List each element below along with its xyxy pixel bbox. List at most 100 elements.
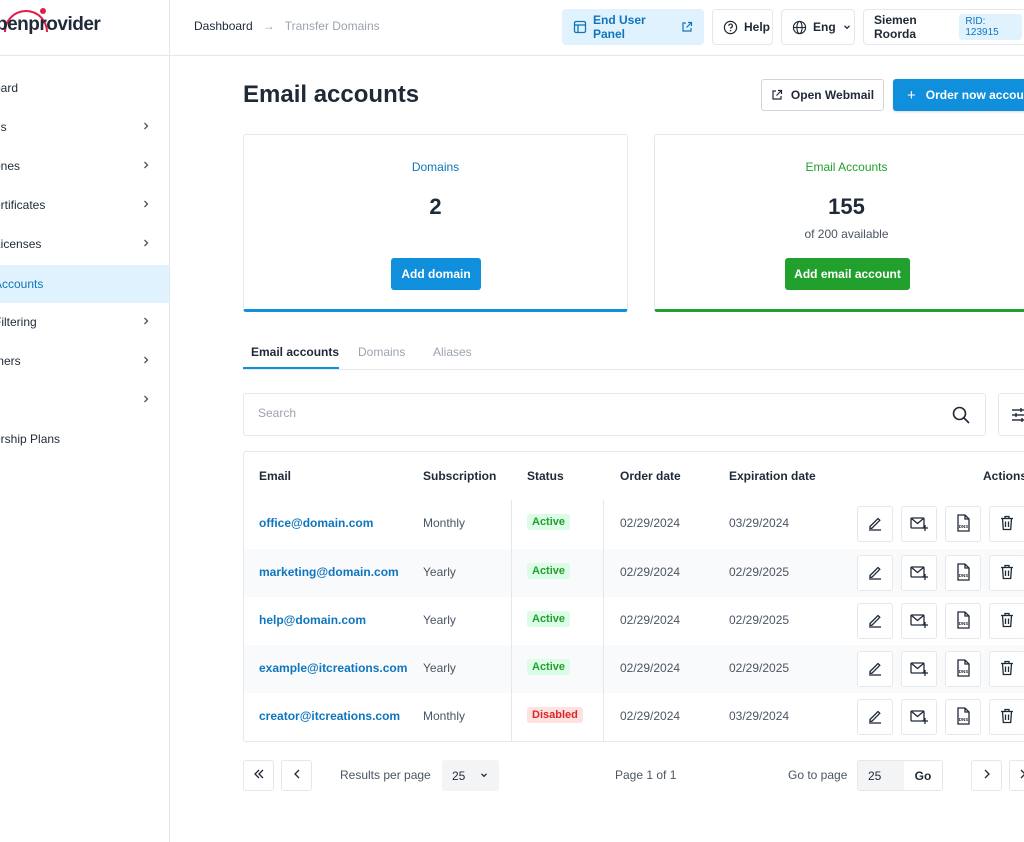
- breadcrumb-transfer-domains[interactable]: Transfer Domains: [285, 19, 380, 33]
- delete-button[interactable]: [989, 506, 1024, 542]
- tab-aliases[interactable]: Aliases: [433, 345, 472, 359]
- next-page-button[interactable]: [971, 760, 1002, 791]
- chevrons-left-icon: [252, 768, 266, 783]
- go-to-page-input[interactable]: 25: [858, 761, 904, 790]
- sliders-icon: [1010, 406, 1024, 424]
- column-header-order-date[interactable]: Order date: [620, 469, 681, 483]
- results-per-page-select[interactable]: 25: [442, 760, 499, 791]
- email-link[interactable]: marketing@domain.com: [259, 565, 399, 579]
- email-link[interactable]: office@domain.com: [259, 516, 373, 530]
- sidebar-item-email-accounts[interactable]: Accounts: [0, 265, 169, 303]
- add-domain-button[interactable]: Add domain: [391, 258, 481, 290]
- external-link-icon: [771, 89, 783, 101]
- add-alias-button[interactable]: [901, 506, 937, 542]
- top-bar: penprovider Dashboard → Transfer Domains…: [0, 0, 1024, 56]
- tab-email-accounts[interactable]: Email accounts: [251, 345, 339, 359]
- add-alias-button[interactable]: [901, 555, 937, 591]
- email-accounts-count: 155: [828, 194, 865, 219]
- dns-file-icon: DNS: [954, 610, 972, 633]
- sidebar-item-label: Accounts: [0, 277, 44, 291]
- add-email-account-button[interactable]: Add email account: [785, 258, 910, 290]
- search-input[interactable]: [258, 406, 858, 420]
- help-circle-icon: [723, 20, 738, 35]
- chevron-left-icon: [292, 768, 302, 783]
- logo[interactable]: penprovider: [0, 14, 101, 36]
- edit-button[interactable]: [857, 651, 893, 687]
- edit-button[interactable]: [857, 603, 893, 639]
- edit-icon: [866, 707, 884, 728]
- order-date-cell: 02/29/2024: [620, 565, 681, 579]
- add-alias-button[interactable]: [901, 651, 937, 687]
- chevron-right-icon: [141, 393, 151, 407]
- sidebar-item-membership-plans[interactable]: ership Plans: [0, 420, 169, 458]
- edit-icon: [866, 659, 884, 680]
- delete-button[interactable]: [989, 699, 1024, 735]
- dns-button[interactable]: DNS: [945, 651, 981, 687]
- first-page-button[interactable]: [243, 760, 274, 791]
- edit-button[interactable]: [857, 506, 893, 542]
- expiration-date-cell: 03/29/2024: [729, 709, 790, 723]
- edit-button[interactable]: [857, 555, 893, 591]
- prev-page-button[interactable]: [281, 760, 312, 791]
- end-user-panel-button[interactable]: End User Panel: [562, 9, 704, 45]
- edit-button[interactable]: [857, 699, 893, 735]
- svg-text:DNS: DNS: [959, 717, 969, 722]
- chevrons-right-icon: [1018, 768, 1024, 783]
- sidebar-item-ssl-certificates[interactable]: ertificates: [0, 186, 169, 224]
- table-row: marketing@domain.com Yearly Active 02/29…: [244, 549, 1024, 597]
- tab-domains[interactable]: Domains: [358, 345, 405, 359]
- sidebar-item-licenses[interactable]: Licenses: [0, 225, 169, 263]
- chevron-right-icon: [141, 198, 151, 212]
- order-date-cell: 02/29/2024: [620, 661, 681, 675]
- edit-icon: [866, 514, 884, 535]
- mail-plus-icon: [909, 563, 929, 584]
- sidebar-item-domains[interactable]: ns: [0, 108, 169, 146]
- sidebar-item-label: ones: [0, 159, 21, 173]
- add-alias-button[interactable]: [901, 699, 937, 735]
- sidebar-item-spam-filtering[interactable]: Filtering: [0, 303, 169, 341]
- filter-button[interactable]: [998, 393, 1024, 436]
- dns-file-icon: DNS: [954, 513, 972, 536]
- svg-text:DNS: DNS: [959, 524, 969, 529]
- delete-button[interactable]: [989, 651, 1024, 687]
- svg-text:DNS: DNS: [959, 669, 969, 674]
- dns-button[interactable]: DNS: [945, 603, 981, 639]
- email-link[interactable]: example@itcreations.com: [259, 661, 407, 675]
- delete-button[interactable]: [989, 603, 1024, 639]
- column-header-email[interactable]: Email: [259, 469, 291, 483]
- breadcrumb-dashboard[interactable]: Dashboard: [194, 19, 253, 33]
- last-page-button[interactable]: [1009, 760, 1024, 791]
- add-alias-button[interactable]: [901, 603, 937, 639]
- go-button[interactable]: Go: [904, 761, 942, 790]
- dns-button[interactable]: DNS: [945, 555, 981, 591]
- email-link[interactable]: creator@itcreations.com: [259, 709, 400, 723]
- help-label: Help: [744, 20, 771, 34]
- sidebar-item-label: oard: [0, 81, 19, 95]
- sidebar-item-more[interactable]: [0, 381, 169, 419]
- dns-button[interactable]: DNS: [945, 699, 981, 735]
- sidebar-item-dashboard[interactable]: oard: [0, 69, 169, 107]
- expiration-date-cell: 02/29/2025: [729, 565, 790, 579]
- order-now-account-button[interactable]: + Order now account: [893, 79, 1024, 111]
- sidebar-item-customers[interactable]: mers: [0, 342, 169, 380]
- results-per-page-label: Results per page: [340, 768, 431, 782]
- language-select[interactable]: Eng: [781, 9, 855, 45]
- column-header-status[interactable]: Status: [527, 469, 564, 483]
- open-webmail-button[interactable]: Open Webmail: [761, 79, 884, 111]
- search-icon[interactable]: [951, 405, 971, 428]
- dns-button[interactable]: DNS: [945, 506, 981, 542]
- globe-icon: [792, 20, 807, 35]
- column-header-expiration-date[interactable]: Expiration date: [729, 469, 816, 483]
- trash-icon: [998, 563, 1016, 584]
- go-to-page-label: Go to page: [788, 768, 848, 782]
- column-header-subscription[interactable]: Subscription: [423, 469, 496, 483]
- subscription-cell: Yearly: [423, 565, 456, 579]
- help-button[interactable]: Help: [712, 9, 773, 45]
- domains-card-title: Domains: [411, 160, 460, 174]
- sidebar-item-dns-zones[interactable]: ones: [0, 147, 169, 185]
- sidebar: oard ns ones ertificates Licenses Accoun…: [0, 56, 170, 842]
- delete-button[interactable]: [989, 555, 1024, 591]
- user-menu[interactable]: Siemen Roorda RID: 123915: [863, 9, 1024, 45]
- email-link[interactable]: help@domain.com: [259, 613, 366, 627]
- rid-badge: RID: 123915: [959, 14, 1022, 40]
